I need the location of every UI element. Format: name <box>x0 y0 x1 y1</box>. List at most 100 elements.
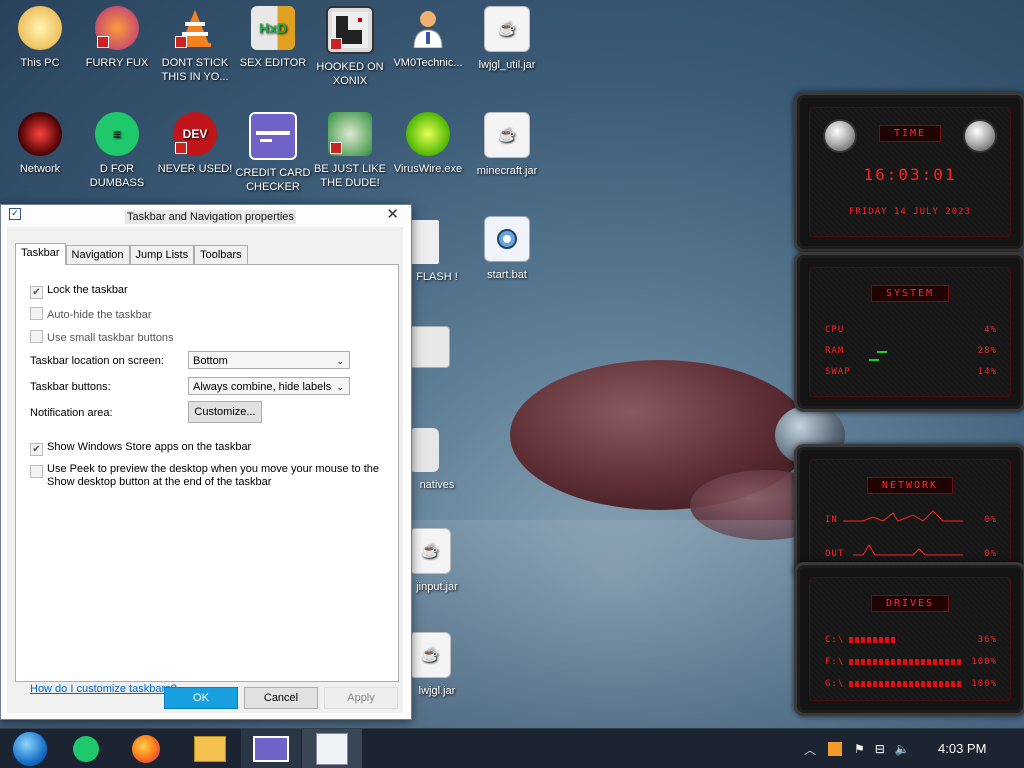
desktop-icon-vm0technic[interactable]: VM0Technic... <box>390 6 466 70</box>
drive-g-bar <box>849 681 961 687</box>
buttons-label: Taskbar buttons: <box>30 381 111 393</box>
feedly-icon <box>73 736 99 762</box>
flash-icon <box>409 220 439 264</box>
small-buttons-checkbox[interactable]: Use small taskbar buttons <box>30 330 174 344</box>
network-out-value: 0% <box>984 549 997 559</box>
chevron-up-icon[interactable]: ︿ <box>804 741 816 758</box>
network-gadget[interactable]: NETWORK IN 0% OUT 0% <box>794 444 1024 580</box>
tray-app-icon[interactable] <box>828 742 843 756</box>
chevron-down-icon: ⌄ <box>336 382 344 392</box>
desktop-icon-viruswire[interactable]: VirusWire.exe <box>390 112 466 176</box>
checkbox-icon <box>30 465 43 478</box>
xonix-icon <box>326 6 374 54</box>
apply-button[interactable]: Apply <box>324 687 398 709</box>
tab-navigation[interactable]: Navigation <box>65 245 130 265</box>
system-swap-label: SWAP <box>825 367 851 377</box>
lock-taskbar-checkbox[interactable]: ✔ Lock the taskbar <box>30 284 128 299</box>
system-gadget[interactable]: SYSTEM CPU 4% RAM 28% SWAP 14% <box>794 252 1024 412</box>
desktop-icon-sex-editor[interactable]: HxD SEX EDITOR <box>235 6 311 70</box>
credit-card-icon <box>249 112 297 160</box>
network-in-value: 0% <box>984 515 997 525</box>
alien-head-icon <box>963 119 997 153</box>
dialog-body: Taskbar Navigation Jump Lists Toolbars ✔… <box>7 227 403 713</box>
ok-button[interactable]: OK <box>164 687 238 709</box>
taskbar-feedly[interactable] <box>56 729 116 768</box>
help-link[interactable]: How do I customize taskbars? <box>30 683 177 695</box>
tab-jump-lists[interactable]: Jump Lists <box>129 245 195 265</box>
dialog-titlebar[interactable]: ✓ Taskbar and Navigation properties ✕ <box>1 205 411 227</box>
customize-button[interactable]: Customize... <box>188 401 262 423</box>
desktop-icon-furry-fux[interactable]: FURRY FUX <box>79 6 155 70</box>
tab-taskbar[interactable]: Taskbar <box>15 243 66 265</box>
desktop-icon-start-bat[interactable]: start.bat <box>469 216 545 282</box>
desktop-icon-this-pc[interactable]: This PC <box>2 6 78 70</box>
dialog-title: Taskbar and Navigation properties <box>125 210 296 224</box>
buttons-select[interactable]: Always combine, hide labels ⌄ <box>188 377 350 395</box>
limewire-icon <box>406 112 450 156</box>
system-ram-value: 28% <box>977 346 997 356</box>
alien-head-icon <box>823 119 857 153</box>
network-icon[interactable]: ⊟ <box>875 742 885 756</box>
partial-icon[interactable] <box>408 326 450 368</box>
desktop-icon-dont-stick[interactable]: DONT STICK THIS IN YO... <box>157 6 233 84</box>
system-tray: ︿ ⚑ ⊟ 🔈 <box>804 729 920 768</box>
network-in-label: IN <box>825 515 838 525</box>
desktop-icon-minecraft-jar[interactable]: ☕ minecraft.jar <box>469 112 545 178</box>
vlc-cone-icon <box>173 6 217 50</box>
desktop-icon-credit-card-checker[interactable]: CREDIT CARD CHECKER <box>235 112 311 194</box>
santa-dude-icon <box>328 112 372 156</box>
chevron-down-icon: ⌄ <box>336 356 344 366</box>
folder-icon <box>194 736 226 762</box>
desktop-icon-never-used[interactable]: DEV NEVER USED! <box>157 112 233 176</box>
desktop-icon-lwjgl-util[interactable]: ☕ lwjgl_util.jar <box>469 6 545 72</box>
folder-icon <box>409 428 439 472</box>
drive-c-bar <box>849 637 897 643</box>
network-header: NETWORK <box>866 477 954 494</box>
credit-card-icon <box>253 736 289 762</box>
taskbar-firefox[interactable] <box>116 729 176 768</box>
gear-icon <box>484 216 530 262</box>
cancel-button[interactable]: Cancel <box>244 687 318 709</box>
close-icon[interactable]: ✕ <box>386 205 399 223</box>
checkbox-icon <box>30 330 43 343</box>
drives-gadget[interactable]: DRIVES C:\ 36% F:\ 100% G:\ 100% <box>794 562 1024 716</box>
volume-icon[interactable]: 🔈 <box>895 742 910 756</box>
auto-hide-checkbox[interactable]: Auto-hide the taskbar <box>30 307 152 321</box>
flag-icon[interactable]: ⚑ <box>854 742 865 756</box>
desktop-icon-hooked-on-xonix[interactable]: HOOKED ON XONIX <box>312 6 388 88</box>
network-globe-icon <box>18 112 62 156</box>
drive-c-value: 36% <box>977 635 997 645</box>
taskbar-credit-card-app[interactable] <box>241 729 301 768</box>
java-icon: ☕ <box>409 528 451 574</box>
taskbar: ︿ ⚑ ⊟ 🔈 4:03 PM <box>0 728 1024 768</box>
drive-g-label: G:\ <box>825 679 845 689</box>
desktop-icon-network[interactable]: Network <box>2 112 78 176</box>
location-select[interactable]: Bottom ⌄ <box>188 351 350 369</box>
tab-toolbars[interactable]: Toolbars <box>194 245 248 265</box>
desktop-icon-d-for-dumbass[interactable]: ≡ D FOR DUMBASS <box>79 112 155 190</box>
time-gadget[interactable]: TIME 16:03:01 FRIDAY 14 JULY 2023 <box>794 92 1024 252</box>
checkbox-icon <box>30 307 43 320</box>
location-label: Taskbar location on screen: <box>30 355 164 367</box>
java-icon: ☕ <box>409 632 451 678</box>
network-out-label: OUT <box>825 549 845 559</box>
time-clock: 16:03:01 <box>863 165 957 184</box>
desktop-icon-be-just-like-the-dude[interactable]: BE JUST LIKE THE DUDE! <box>312 112 388 190</box>
hxd-icon: HxD <box>251 6 295 50</box>
system-cpu-value: 4% <box>984 325 997 335</box>
start-button[interactable] <box>0 729 60 768</box>
taskbar-clock[interactable]: 4:03 PM <box>938 741 986 756</box>
doctor-person-icon <box>406 6 450 50</box>
checkbox-icon: ✔ <box>30 286 43 299</box>
peek-checkbox[interactable]: Use Peek to preview the desktop when you… <box>30 463 386 489</box>
drives-header: DRIVES <box>870 595 950 612</box>
checkbox-icon: ✔ <box>30 443 43 456</box>
firefox-icon <box>132 735 160 763</box>
system-ram-label: RAM <box>825 346 845 356</box>
drive-f-label: F:\ <box>825 657 845 667</box>
taskbar-properties-app[interactable] <box>302 729 362 768</box>
store-apps-checkbox[interactable]: ✔ Show Windows Store apps on the taskbar <box>30 441 251 456</box>
taskbar-file-explorer[interactable] <box>180 729 240 768</box>
drive-c-label: C:\ <box>825 635 845 645</box>
network-in-graph <box>843 510 963 522</box>
